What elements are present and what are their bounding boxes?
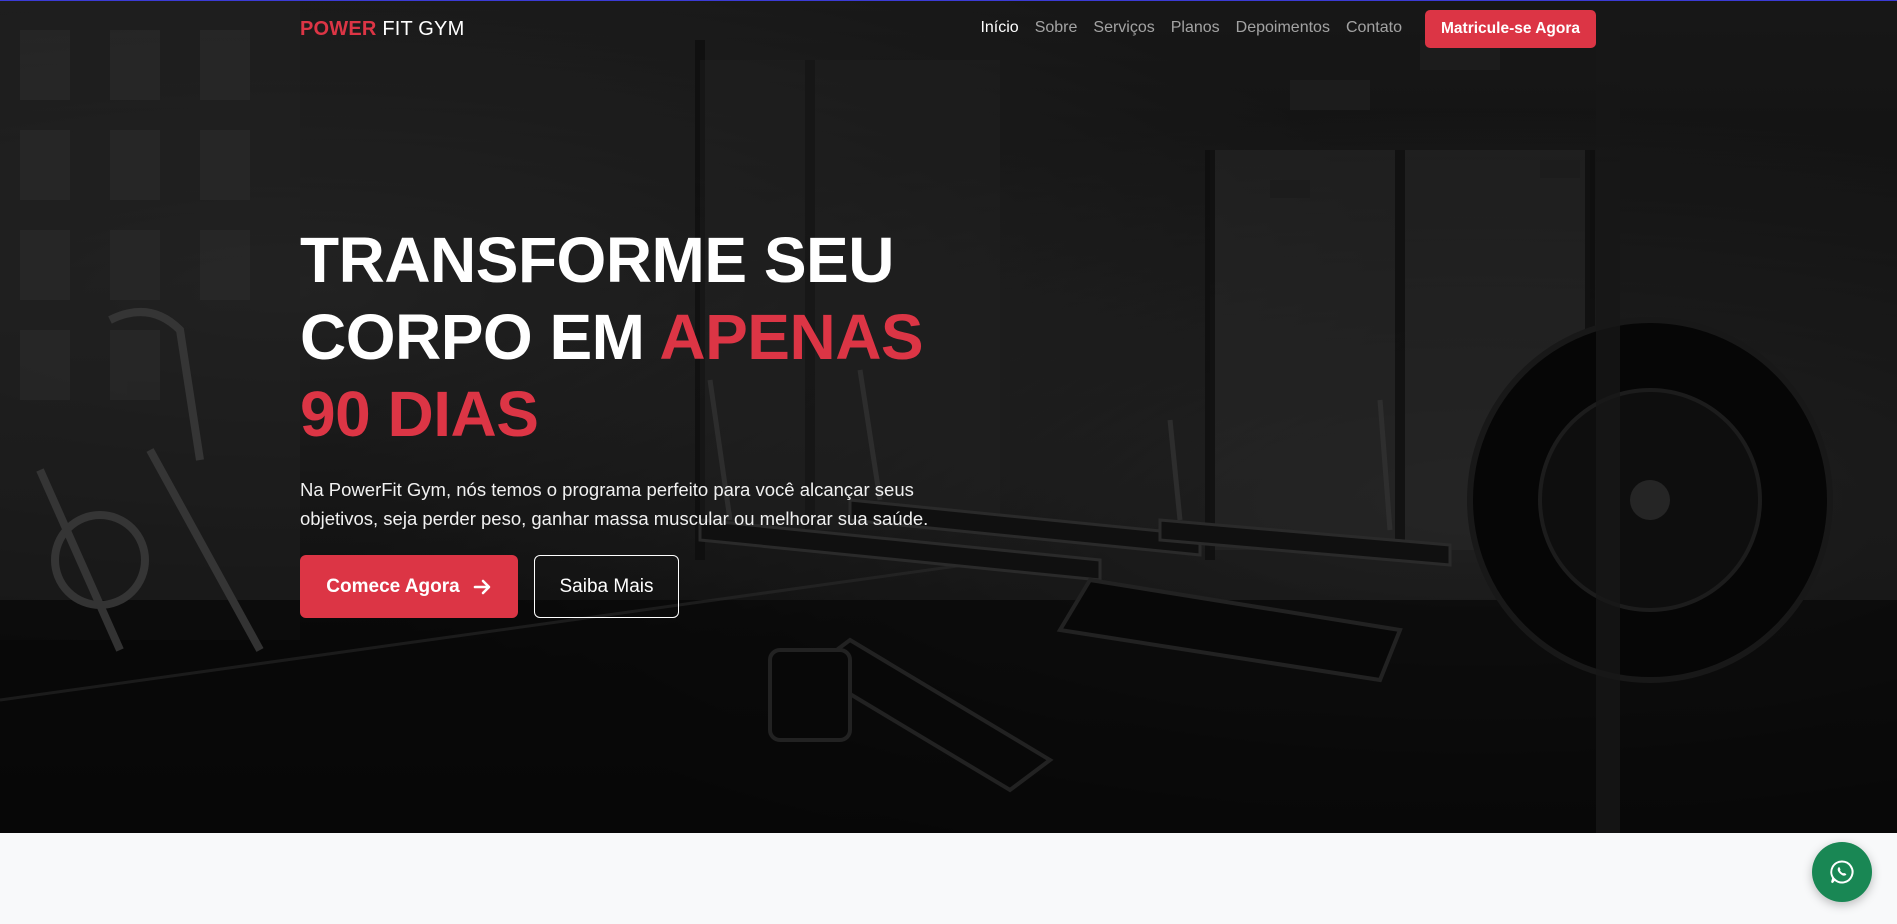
start-now-button[interactable]: Comece Agora [300, 555, 518, 618]
hero-title-accent-1: APENAS [659, 301, 924, 373]
nav-link-contato[interactable]: Contato [1346, 19, 1402, 37]
hero-title-accent-2: 90 DIAS [300, 378, 539, 450]
nav-link-servicos[interactable]: Serviços [1093, 19, 1154, 37]
learn-more-button[interactable]: Saiba Mais [534, 555, 679, 618]
nav-link-depoimentos[interactable]: Depoimentos [1236, 19, 1330, 37]
hero-section: POWER FIT GYM Início Sobre Serviços Plan… [0, 0, 1897, 833]
brand-power: POWER [300, 18, 377, 40]
brand-fit-gym: FIT GYM [376, 18, 465, 40]
browser-top-line [0, 0, 1897, 1]
hero-title-line2: CORPO EM [300, 301, 660, 373]
brand-logo[interactable]: POWER FIT GYM [300, 18, 464, 41]
hero-content: TRANSFORME SEU CORPO EM APENAS 90 DIAS N… [300, 222, 980, 618]
nav-links: Início Sobre Serviços Planos Depoimentos… [980, 19, 1402, 37]
start-now-label: Comece Agora [326, 575, 460, 597]
hero-title-line1: TRANSFORME SEU [300, 224, 894, 296]
nav-link-sobre[interactable]: Sobre [1035, 19, 1078, 37]
whatsapp-icon [1830, 860, 1854, 884]
nav-link-planos[interactable]: Planos [1171, 19, 1220, 37]
arrow-right-icon [473, 579, 490, 594]
hero-subtitle: Na PowerFit Gym, nós temos o programa pe… [300, 479, 929, 529]
nav-link-inicio[interactable]: Início [980, 19, 1018, 37]
hero-buttons: Comece Agora Saiba Mais [300, 555, 980, 618]
whatsapp-button[interactable] [1812, 842, 1872, 902]
hero-title: TRANSFORME SEU CORPO EM APENAS 90 DIAS [300, 222, 980, 453]
navbar: POWER FIT GYM Início Sobre Serviços Plan… [0, 0, 1897, 58]
enroll-now-button[interactable]: Matricule-se Agora [1425, 10, 1596, 48]
